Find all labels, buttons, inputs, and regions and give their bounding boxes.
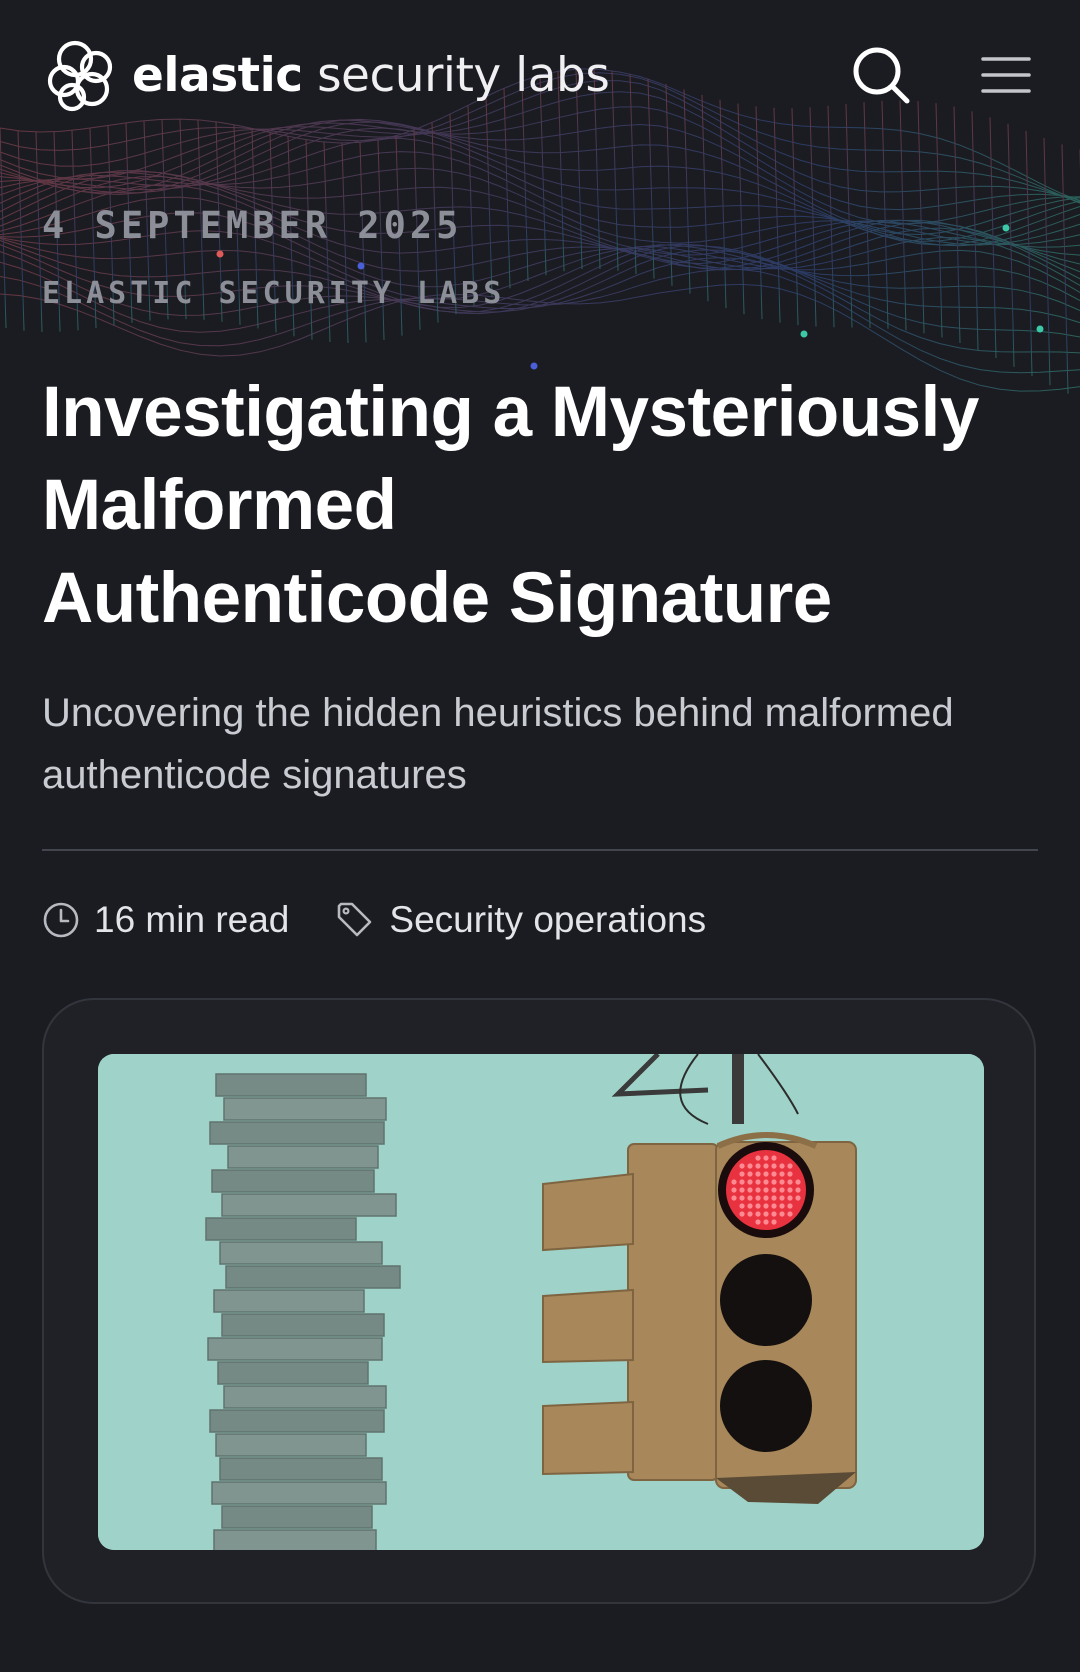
clock-icon xyxy=(43,902,79,938)
search-icon xyxy=(853,47,910,104)
tag-icon xyxy=(338,902,372,937)
menu-button[interactable] xyxy=(980,52,1032,98)
article-meta: 16 min read Security operations xyxy=(42,890,706,950)
category-tag[interactable]: Security operations xyxy=(335,899,706,941)
divider xyxy=(42,849,1038,851)
author-link[interactable]: ELASTIC SECURITY LABS xyxy=(42,276,505,311)
subtitle-line: Uncovering the hidden heuristics behind … xyxy=(42,691,954,735)
category-label: Security operations xyxy=(389,899,707,940)
logo-wordmark: elastic security labs xyxy=(132,47,610,103)
title-line: Authenticode Signature xyxy=(42,559,832,638)
elastic-cluster-logo-icon xyxy=(47,40,113,112)
logo-wordmark-bold: elastic xyxy=(132,47,303,103)
read-time-label: 16 min read xyxy=(94,899,290,940)
hero-image-card xyxy=(42,998,1036,1604)
site-header: elastic security labs xyxy=(0,0,1080,150)
article-title: Investigating a Mysteriously Malformed A… xyxy=(42,366,1042,645)
title-line: Malformed xyxy=(42,466,397,545)
site-logo[interactable]: elastic security labs xyxy=(42,34,610,116)
article-subtitle: Uncovering the hidden heuristics behind … xyxy=(42,682,1042,806)
hamburger-menu-icon xyxy=(981,57,1031,93)
read-time: 16 min read xyxy=(42,899,289,941)
subtitle-line: authenticode signatures xyxy=(42,753,467,797)
title-line: Investigating a Mysteriously xyxy=(42,373,979,452)
publish-date: 4 SEPTEMBER 2025 xyxy=(42,204,463,247)
logo-wordmark-light: security labs xyxy=(302,47,610,103)
search-button[interactable] xyxy=(850,44,912,106)
illustration-tower-and-traffic-light xyxy=(98,1054,984,1550)
hero-image xyxy=(98,1054,984,1550)
